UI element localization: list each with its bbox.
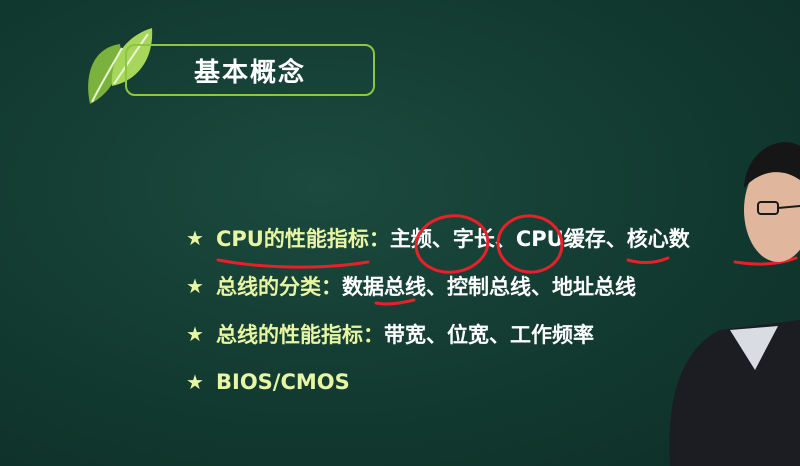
star-icon: ★ (186, 370, 204, 394)
page-title: 基本概念 (193, 57, 306, 88)
presenter-image (669, 142, 800, 466)
item-colon: ： (368, 227, 390, 251)
item-value: 主频、字长、CPU缓存、核心数 (389, 227, 690, 251)
item-label: BIOS/CMOS (216, 370, 350, 394)
item-label: CPU的性能指标 (216, 227, 369, 251)
star-icon: ★ (186, 274, 204, 298)
item-value: 带宽、位宽、工作频率 (384, 323, 594, 347)
item-colon: ： (363, 323, 384, 347)
item-label: 总线的分类 (216, 275, 321, 299)
item-label: 总线的性能指标 (216, 323, 363, 347)
title-box: 基本概念 (125, 44, 375, 96)
star-icon: ★ (186, 322, 204, 346)
item-value: 数据总线、控制总线、地址总线 (342, 275, 636, 299)
item-colon: ： (321, 275, 342, 299)
star-icon: ★ (186, 226, 204, 250)
